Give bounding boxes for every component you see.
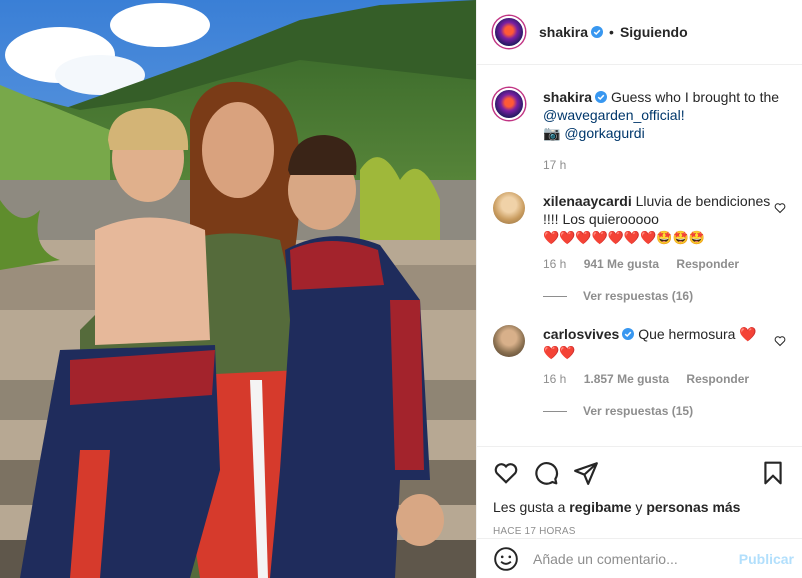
mention-link-gorkagurdi[interactable]: @gorkagurdi — [564, 125, 644, 141]
comment-emojis: ❤️❤️ — [543, 345, 576, 360]
comments-list: shakira Guess who I brought to the @wave… — [493, 80, 786, 418]
like-comment-heart-icon[interactable] — [774, 335, 786, 347]
replies-divider — [543, 295, 567, 297]
like-comment-heart-icon[interactable] — [774, 202, 786, 214]
reply-button[interactable]: Responder — [686, 372, 749, 386]
action-icons — [493, 459, 786, 487]
bookmark-icon[interactable] — [760, 460, 786, 486]
comment-icon[interactable] — [533, 460, 559, 486]
verified-badge-icon — [622, 328, 635, 340]
mention-link-wavegarden[interactable]: @wavegarden_official! — [543, 107, 685, 123]
caption-time[interactable]: 17 h — [543, 156, 786, 174]
comment-item: xilenaaycardi Lluvia de bendiciones !!!!… — [493, 192, 786, 273]
following-button[interactable]: Siguiendo — [620, 24, 688, 40]
smiley-icon[interactable] — [493, 546, 519, 572]
verified-badge-icon — [591, 26, 604, 38]
liker-username[interactable]: regibame — [569, 499, 631, 515]
comment-input[interactable]: Añade un comentario... — [533, 551, 739, 567]
author-avatar[interactable] — [493, 16, 525, 48]
view-replies-label[interactable]: Ver respuestas (15) — [583, 404, 693, 418]
header-separator: • — [609, 24, 614, 40]
verified-badge-icon — [595, 91, 608, 103]
comment-meta: 16 h 941 Me gusta Responder — [543, 255, 786, 273]
post-timestamp[interactable]: HACE 17 HORAS — [493, 526, 786, 537]
replies-divider — [543, 410, 567, 412]
heart-icon[interactable] — [493, 460, 519, 486]
likes-prefix: Les gusta a — [493, 499, 566, 515]
comment-inline-emoji: ❤️ — [739, 326, 757, 342]
view-replies-button[interactable]: Ver respuestas (16) — [543, 289, 786, 303]
caption-author-avatar[interactable] — [493, 88, 525, 120]
paper-plane-icon[interactable] — [573, 460, 599, 486]
commenter-username[interactable]: xilenaaycardi — [543, 193, 632, 209]
author-username[interactable]: shakira — [539, 24, 588, 40]
comment-emojis: ❤️❤️❤️❤️❤️❤️❤️🤩🤩🤩 — [543, 230, 705, 245]
camera-icon: 📷 — [543, 125, 561, 141]
comment-composer: Añade un comentario... Publicar — [477, 538, 802, 578]
commenter-avatar[interactable] — [493, 325, 525, 357]
comment-likes[interactable]: 941 Me gusta — [584, 257, 659, 271]
caption-text: Guess who I brought to the — [610, 89, 780, 105]
view-replies-label[interactable]: Ver respuestas (16) — [583, 289, 693, 303]
comment-text: Que hermosura — [638, 326, 736, 342]
other-likers-link[interactable]: personas más — [646, 499, 740, 515]
comment-time[interactable]: 16 h — [543, 257, 566, 271]
post-header: shakira • Siguiendo — [477, 0, 802, 65]
comment-item: carlosvives Que hermosura ❤️ ❤️❤️ 16 h 1… — [493, 325, 786, 388]
likes-joiner: y — [635, 499, 643, 515]
publish-button[interactable]: Publicar — [739, 551, 794, 567]
reply-button[interactable]: Responder — [676, 257, 739, 271]
comment-time[interactable]: 16 h — [543, 372, 566, 386]
view-replies-button[interactable]: Ver respuestas (15) — [543, 404, 786, 418]
caption-author-username[interactable]: shakira — [543, 89, 592, 105]
comment-likes[interactable]: 1.857 Me gusta — [584, 372, 669, 386]
commenter-username[interactable]: carlosvives — [543, 326, 619, 342]
caption: shakira Guess who I brought to the @wave… — [493, 88, 786, 174]
post-side-panel: shakira • Siguiendo shakira Guess who I … — [476, 0, 802, 578]
comment-meta: 16 h 1.857 Me gusta Responder — [543, 370, 786, 388]
post-actions: Les gusta a regibame y personas más HACE… — [477, 446, 802, 537]
commenter-avatar[interactable] — [493, 192, 525, 224]
likes-summary: Les gusta a regibame y personas más — [493, 499, 786, 515]
post-photo[interactable] — [0, 0, 476, 578]
